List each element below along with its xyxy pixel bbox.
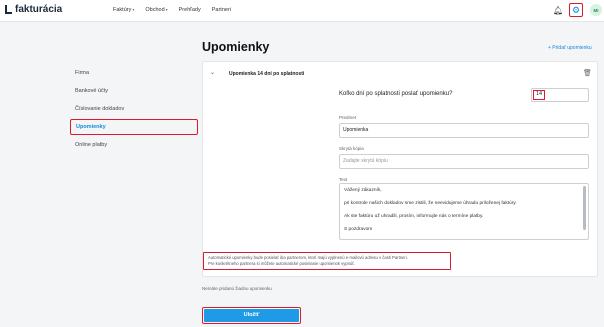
- reminder-card-header[interactable]: ⌄ Upomienka 14 dní po splatnosti 🗑︎: [203, 62, 597, 84]
- reminder-title: Upomienka 14 dní po splatnosti: [229, 71, 305, 77]
- page-title: Upomienky: [202, 40, 270, 54]
- save-button-highlight: Uložiť: [202, 307, 301, 324]
- gear-icon: ⚙: [571, 4, 581, 15]
- nav-item-obchod[interactable]: Obchod▾: [145, 7, 167, 13]
- reminder-card: ⌄ Upomienka 14 dní po splatnosti 🗑︎ Koľk…: [202, 61, 598, 277]
- logo-text: fakturácia: [15, 4, 63, 15]
- settings-button[interactable]: ⚙: [569, 3, 583, 17]
- save-button[interactable]: Uložiť: [204, 309, 299, 322]
- nav-item-label: Obchod: [145, 7, 165, 13]
- sidebar-item-upomienky[interactable]: Upomienky: [70, 119, 198, 135]
- main-nav: Faktúry▾ Obchod▾ Prehľady Partneri: [113, 7, 231, 13]
- text-line: Vážený zákazník,: [344, 188, 382, 193]
- bcc-input[interactable]: Zadajte skrytú kópiu: [339, 154, 589, 169]
- nav-item-faktury[interactable]: Faktúry▾: [113, 7, 134, 13]
- add-reminder-link[interactable]: + Pridať upomienku: [548, 45, 592, 51]
- text-label: Text: [339, 177, 348, 182]
- info-notice: Automatické upomienky bude posielať iba …: [203, 252, 451, 270]
- chevron-down-icon: ▾: [165, 7, 168, 12]
- settings-sidebar: Firma Bankové účty Číslovanie dokladov U…: [70, 64, 198, 154]
- trash-icon[interactable]: 🗑︎: [583, 69, 592, 77]
- nav-item-prehlady[interactable]: Prehľady: [179, 7, 201, 13]
- chevron-down-icon: ▾: [132, 7, 135, 12]
- text-line: pri kontrole našich dokladov sme zistili…: [344, 201, 517, 206]
- sidebar-item-online-platby[interactable]: Online platby: [70, 136, 198, 154]
- sidebar-item-cislovanie-dokladov[interactable]: Číslovanie dokladov: [70, 100, 198, 118]
- empty-note: Nemáte pridanú žiadnu upomienku: [202, 286, 272, 291]
- reminder-text-area[interactable]: Vážený zákazník, pri kontrole našich dok…: [339, 183, 589, 240]
- logo-mark-icon: [5, 5, 12, 14]
- avatar[interactable]: MI: [590, 4, 602, 16]
- info-line: Pre konkrétneho partnera si môžete autom…: [208, 261, 356, 266]
- days-value: 14: [533, 90, 546, 100]
- chevron-down-icon[interactable]: ⌄: [210, 69, 215, 76]
- app-logo[interactable]: fakturácia: [5, 4, 62, 15]
- nav-item-label: Faktúry: [113, 7, 132, 13]
- days-input[interactable]: 14: [531, 88, 589, 102]
- days-label: Koľko dní po splatnosti poslať upomienku…: [339, 91, 453, 97]
- subject-input[interactable]: Upomienka: [339, 123, 589, 138]
- subject-label: Predmet: [339, 115, 357, 120]
- textarea-scrollbar[interactable]: [583, 186, 586, 230]
- text-line: S pozdravom: [344, 227, 373, 232]
- bcc-label: Skrytá kópia: [339, 146, 364, 151]
- sidebar-item-firma[interactable]: Firma: [70, 64, 198, 82]
- top-navbar: fakturácia Faktúry▾ Obchod▾ Prehľady Par…: [0, 0, 604, 22]
- sidebar-item-bankove-ucty[interactable]: Bankové účty: [70, 82, 198, 100]
- text-line: Ak ste faktúru už uhradili, prosím, info…: [344, 214, 484, 219]
- bell-icon[interactable]: 🔔︎: [553, 6, 563, 15]
- nav-item-partneri[interactable]: Partneri: [212, 7, 231, 13]
